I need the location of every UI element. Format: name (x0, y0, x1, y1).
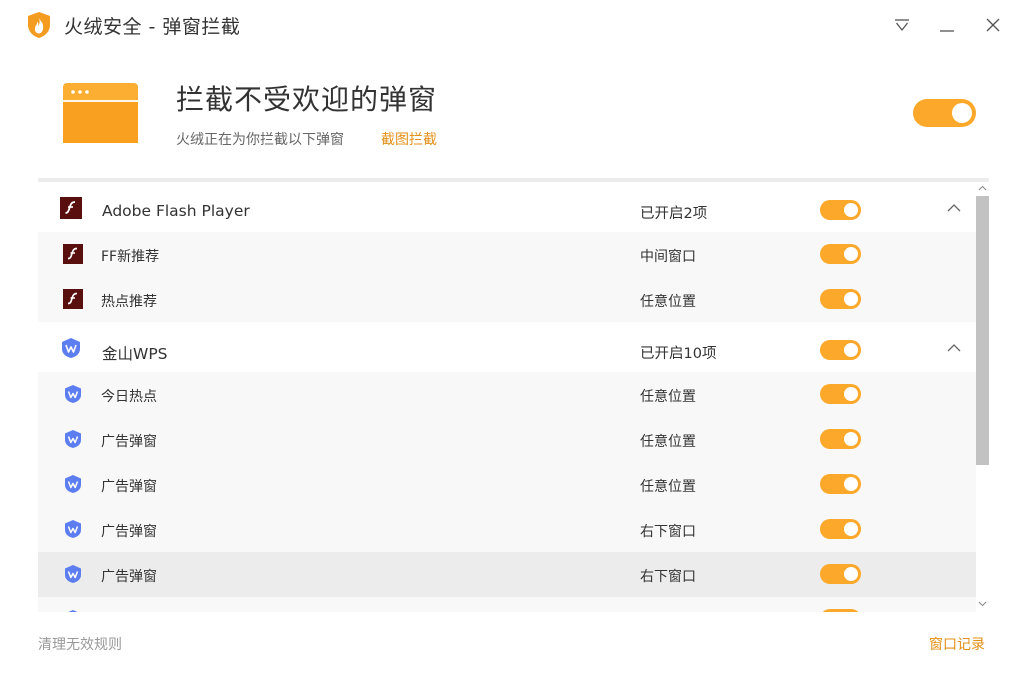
rule-toggle[interactable] (820, 519, 861, 539)
rule-position: 右下窗口 (640, 569, 696, 585)
group-status: 已开启10项 (640, 346, 717, 362)
window-log-link[interactable]: 窗口记录 (929, 634, 985, 654)
toggle-knob (844, 203, 858, 217)
page-subtitle: 火绒正在为你拦截以下弹窗 (176, 132, 344, 148)
popup-rule-list: Adobe Flash Player 已开启2项 FF新推荐 中间窗口 热点推荐… (38, 178, 989, 612)
rule-row: 广告弹窗 任意位置 (38, 462, 976, 507)
dropdown-menu-button[interactable] (890, 14, 914, 36)
rule-row: 广告弹窗 右下窗口 (38, 507, 976, 552)
rule-row-partial (38, 597, 976, 612)
group-name: 金山WPS (102, 345, 168, 363)
chevron-up-icon[interactable] (946, 341, 962, 355)
minimize-button[interactable] (935, 14, 959, 36)
huorong-flame-shield-icon (28, 12, 50, 38)
toggle-knob (844, 387, 858, 401)
rule-rows: Adobe Flash Player 已开启2项 FF新推荐 中间窗口 热点推荐… (38, 182, 976, 612)
rule-name: 热点推荐 (101, 294, 157, 310)
rule-name: 广告弹窗 (101, 569, 157, 585)
wps-icon (65, 475, 81, 493)
rule-position: 任意位置 (640, 389, 696, 405)
rule-position: 任意位置 (640, 294, 696, 310)
wps-icon (65, 430, 81, 448)
rule-row: FF新推荐 中间窗口 (38, 232, 976, 277)
toggle-knob (844, 247, 858, 261)
toggle-knob (844, 343, 858, 357)
master-toggle[interactable] (913, 99, 976, 127)
scrollbar-thumb[interactable] (976, 196, 989, 465)
screenshot-block-link[interactable]: 截图拦截 (381, 129, 437, 149)
rule-toggle[interactable] (820, 474, 861, 494)
group-status: 已开启2项 (640, 206, 708, 222)
wps-icon (65, 520, 81, 538)
rule-name: 广告弹窗 (101, 524, 157, 540)
rule-position: 中间窗口 (640, 249, 696, 265)
wps-icon (65, 565, 81, 583)
rule-toggle[interactable] (820, 564, 861, 584)
toggle-knob (952, 103, 972, 123)
group-name: Adobe Flash Player (102, 202, 250, 220)
close-button[interactable] (981, 14, 1005, 36)
rule-name: FF新推荐 (101, 249, 160, 265)
rule-row: 热点推荐 任意位置 (38, 277, 976, 322)
scroll-up-arrow-icon[interactable] (976, 182, 989, 194)
group-row-kingsoft-wps[interactable]: 金山WPS 已开启10项 (38, 322, 976, 372)
rule-toggle[interactable] (820, 289, 861, 309)
window-title: 火绒安全 - 弹窗拦截 (64, 16, 241, 38)
rule-position: 任意位置 (640, 434, 696, 450)
rule-toggle[interactable] (820, 244, 861, 264)
dropdown-menu-icon (895, 19, 909, 32)
rule-name: 今日热点 (101, 389, 157, 405)
rule-row: 今日热点 任意位置 (38, 372, 976, 417)
title-bar: 火绒安全 - 弹窗拦截 (0, 0, 1027, 50)
wps-icon (62, 338, 80, 358)
rule-position: 任意位置 (640, 479, 696, 495)
rule-name: 广告弹窗 (101, 434, 157, 450)
close-icon (986, 18, 1000, 32)
minimize-icon (940, 30, 954, 32)
flash-icon (63, 289, 83, 309)
group-toggle[interactable] (820, 340, 861, 360)
rule-position: 右下窗口 (640, 524, 696, 540)
chevron-up-icon[interactable] (946, 201, 962, 215)
wps-icon (65, 385, 81, 403)
rule-row: 广告弹窗 任意位置 (38, 417, 976, 462)
flash-icon (60, 197, 82, 219)
toggle-knob (844, 292, 858, 306)
rule-toggle[interactable] (820, 429, 861, 449)
page-title: 拦截不受欢迎的弹窗 (176, 83, 438, 116)
toggle-knob (844, 432, 858, 446)
group-row-adobe-flash[interactable]: Adobe Flash Player 已开启2项 (38, 182, 976, 232)
group-toggle[interactable] (820, 200, 861, 220)
wps-icon (68, 610, 78, 612)
popup-window-icon (63, 83, 138, 143)
toggle-knob (844, 522, 858, 536)
toggle-knob (844, 567, 858, 581)
flash-icon (63, 244, 83, 264)
toggle-knob (844, 477, 858, 491)
rule-toggle[interactable] (820, 384, 861, 404)
scroll-down-arrow-icon[interactable] (976, 598, 989, 610)
rule-name: 广告弹窗 (101, 479, 157, 495)
rule-row: 广告弹窗 右下窗口 (38, 552, 976, 597)
rule-toggle[interactable] (820, 609, 861, 612)
clean-invalid-rules-link[interactable]: 清理无效规则 (38, 634, 122, 654)
